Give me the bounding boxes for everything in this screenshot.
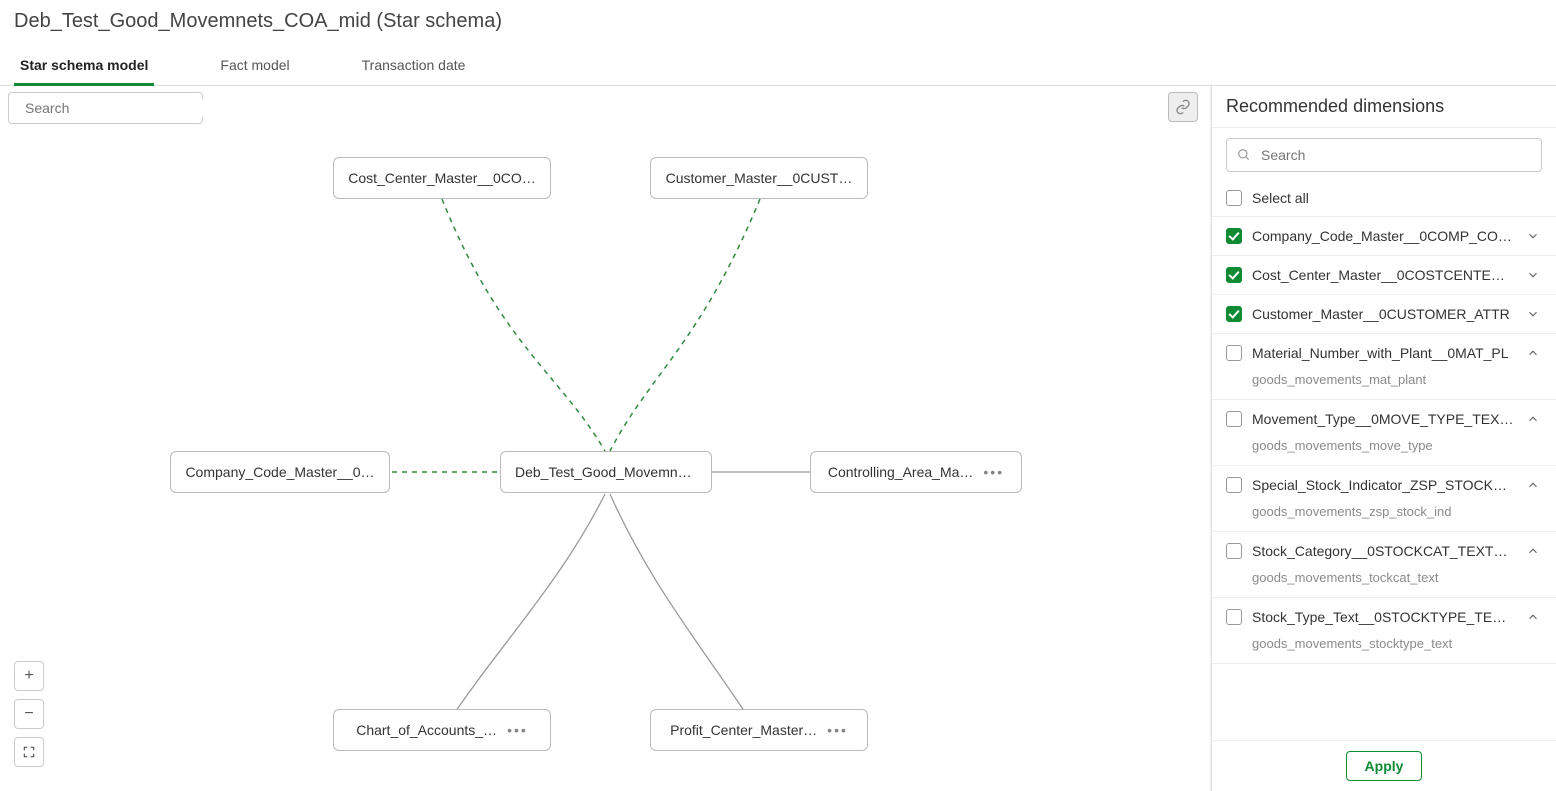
schema-canvas[interactable]: Cost_Center_Master__0CO… Customer_Master… — [0, 84, 1211, 791]
zoom-in-button[interactable]: + — [14, 661, 44, 691]
dimension-checkbox[interactable] — [1226, 228, 1242, 244]
dimension-checkbox[interactable] — [1226, 543, 1242, 559]
node-label: Customer_Master__0CUST… — [666, 170, 853, 186]
node-label: Company_Code_Master__0… — [185, 464, 374, 480]
link-toggle-button[interactable] — [1168, 92, 1198, 122]
node-menu-icon[interactable]: ••• — [983, 464, 1004, 480]
dimension-item: Customer_Master__0CUSTOMER_ATTR — [1212, 295, 1556, 334]
select-all-row[interactable]: Select all — [1212, 182, 1556, 216]
panel-footer: Apply — [1212, 740, 1556, 791]
select-all-checkbox[interactable] — [1226, 190, 1242, 206]
dimension-label: Movement_Type__0MOVE_TYPE_TEXT_T — [1252, 411, 1514, 427]
canvas-search-input[interactable] — [23, 99, 208, 117]
dimension-checkbox[interactable] — [1226, 345, 1242, 361]
dimension-checkbox[interactable] — [1226, 609, 1242, 625]
dimension-checkbox[interactable] — [1226, 411, 1242, 427]
dimension-item: Movement_Type__0MOVE_TYPE_TEXT_Tgoods_mo… — [1212, 400, 1556, 466]
node-menu-icon[interactable]: ••• — [827, 722, 848, 738]
dimension-row[interactable]: Movement_Type__0MOVE_TYPE_TEXT_T — [1226, 410, 1542, 428]
dimension-sublabel: goods_movements_zsp_stock_ind — [1226, 494, 1542, 521]
fullscreen-icon — [22, 745, 36, 759]
node-chart-of-accounts[interactable]: Chart_of_Accounts_… ••• — [333, 709, 551, 751]
node-profit-center-master[interactable]: Profit_Center_Master… ••• — [650, 709, 868, 751]
node-label: Deb_Test_Good_Movemnet… — [515, 464, 697, 480]
chevron-up-icon[interactable] — [1524, 476, 1542, 494]
dimension-label: Stock_Type_Text__0STOCKTYPE_TEXT_T — [1252, 609, 1514, 625]
panel-search[interactable] — [1226, 138, 1542, 172]
dimension-sublabel: goods_movements_move_type — [1226, 428, 1542, 455]
tab-transaction-date[interactable]: Transaction date — [356, 47, 472, 85]
page-title: Deb_Test_Good_Movemnets_COA_mid (Star sc… — [14, 10, 1542, 33]
dimension-item: Cost_Center_Master__0COSTCENTER_AT — [1212, 256, 1556, 295]
dimension-label: Customer_Master__0CUSTOMER_ATTR — [1252, 306, 1514, 322]
node-customer-master[interactable]: Customer_Master__0CUST… — [650, 157, 868, 199]
dimension-item: Stock_Type_Text__0STOCKTYPE_TEXT_Tgoods_… — [1212, 598, 1556, 664]
edge-layer — [0, 84, 1210, 791]
chevron-up-icon[interactable] — [1524, 410, 1542, 428]
dimension-label: Company_Code_Master__0COMP_CODE_ — [1252, 228, 1514, 244]
panel-search-input[interactable] — [1259, 146, 1531, 164]
node-controlling-area[interactable]: Controlling_Area_Ma… ••• — [810, 451, 1022, 493]
select-all-label: Select all — [1252, 190, 1309, 206]
recommendations-panel: Recommended dimensions Select all Compan… — [1211, 84, 1556, 791]
node-label: Profit_Center_Master… — [670, 722, 817, 738]
dimension-row[interactable]: Customer_Master__0CUSTOMER_ATTR — [1226, 305, 1542, 323]
dimension-row[interactable]: Material_Number_with_Plant__0MAT_PL — [1226, 344, 1542, 362]
dimension-row[interactable]: Cost_Center_Master__0COSTCENTER_AT — [1226, 266, 1542, 284]
dimension-label: Material_Number_with_Plant__0MAT_PL — [1252, 345, 1514, 361]
chevron-up-icon[interactable] — [1524, 542, 1542, 560]
dimension-row[interactable]: Stock_Type_Text__0STOCKTYPE_TEXT_T — [1226, 608, 1542, 626]
node-label: Cost_Center_Master__0CO… — [348, 170, 536, 186]
dimension-row[interactable]: Special_Stock_Indicator_ZSP_STOCK_INI — [1226, 476, 1542, 494]
node-cost-center-master[interactable]: Cost_Center_Master__0CO… — [333, 157, 551, 199]
chevron-down-icon[interactable] — [1524, 305, 1542, 323]
zoom-out-button[interactable]: − — [14, 699, 44, 729]
plus-icon: + — [24, 667, 33, 685]
link-icon — [1175, 99, 1191, 115]
dimension-item: Special_Stock_Indicator_ZSP_STOCK_INIgoo… — [1212, 466, 1556, 532]
dimension-row[interactable]: Stock_Category__0STOCKCAT_TEXT_TE — [1226, 542, 1542, 560]
panel-title: Recommended dimensions — [1212, 84, 1556, 128]
node-center-fact[interactable]: Deb_Test_Good_Movemnet… — [500, 451, 712, 493]
node-label: Chart_of_Accounts_… — [356, 722, 497, 738]
chevron-down-icon[interactable] — [1524, 266, 1542, 284]
minus-icon: − — [24, 705, 33, 723]
fullscreen-button[interactable] — [14, 737, 44, 767]
dimension-item: Material_Number_with_Plant__0MAT_PLgoods… — [1212, 334, 1556, 400]
tab-fact-model[interactable]: Fact model — [214, 47, 295, 85]
dimension-checkbox[interactable] — [1226, 267, 1242, 283]
page-header: Deb_Test_Good_Movemnets_COA_mid (Star sc… — [0, 0, 1556, 33]
dimension-row[interactable]: Company_Code_Master__0COMP_CODE_ — [1226, 227, 1542, 245]
chevron-up-icon[interactable] — [1524, 344, 1542, 362]
dimension-sublabel: goods_movements_mat_plant — [1226, 362, 1542, 389]
zoom-controls: + − — [14, 661, 44, 767]
node-menu-icon[interactable]: ••• — [507, 722, 528, 738]
dimension-sublabel: goods_movements_tockcat_text — [1226, 560, 1542, 587]
apply-button[interactable]: Apply — [1346, 751, 1423, 781]
canvas-search[interactable] — [8, 92, 203, 124]
chevron-up-icon[interactable] — [1524, 608, 1542, 626]
dimension-item: Company_Code_Master__0COMP_CODE_ — [1212, 217, 1556, 256]
dimension-checkbox[interactable] — [1226, 477, 1242, 493]
tab-star-schema-model[interactable]: Star schema model — [14, 47, 154, 85]
tab-bar: Star schema model Fact model Transaction d… — [0, 47, 1556, 86]
node-label: Controlling_Area_Ma… — [828, 464, 974, 480]
node-company-code-master[interactable]: Company_Code_Master__0… — [170, 451, 390, 493]
dimension-item: Stock_Category__0STOCKCAT_TEXT_TEgoods_m… — [1212, 532, 1556, 598]
dimension-checkbox[interactable] — [1226, 306, 1242, 322]
dimension-sublabel: goods_movements_stocktype_text — [1226, 626, 1542, 653]
search-icon — [1237, 148, 1251, 162]
dimension-label: Cost_Center_Master__0COSTCENTER_AT — [1252, 267, 1514, 283]
dimension-list[interactable]: Company_Code_Master__0COMP_CODE_ Cost_Cen… — [1212, 216, 1556, 740]
chevron-down-icon[interactable] — [1524, 227, 1542, 245]
dimension-label: Stock_Category__0STOCKCAT_TEXT_TE — [1252, 543, 1514, 559]
dimension-label: Special_Stock_Indicator_ZSP_STOCK_INI — [1252, 477, 1514, 493]
